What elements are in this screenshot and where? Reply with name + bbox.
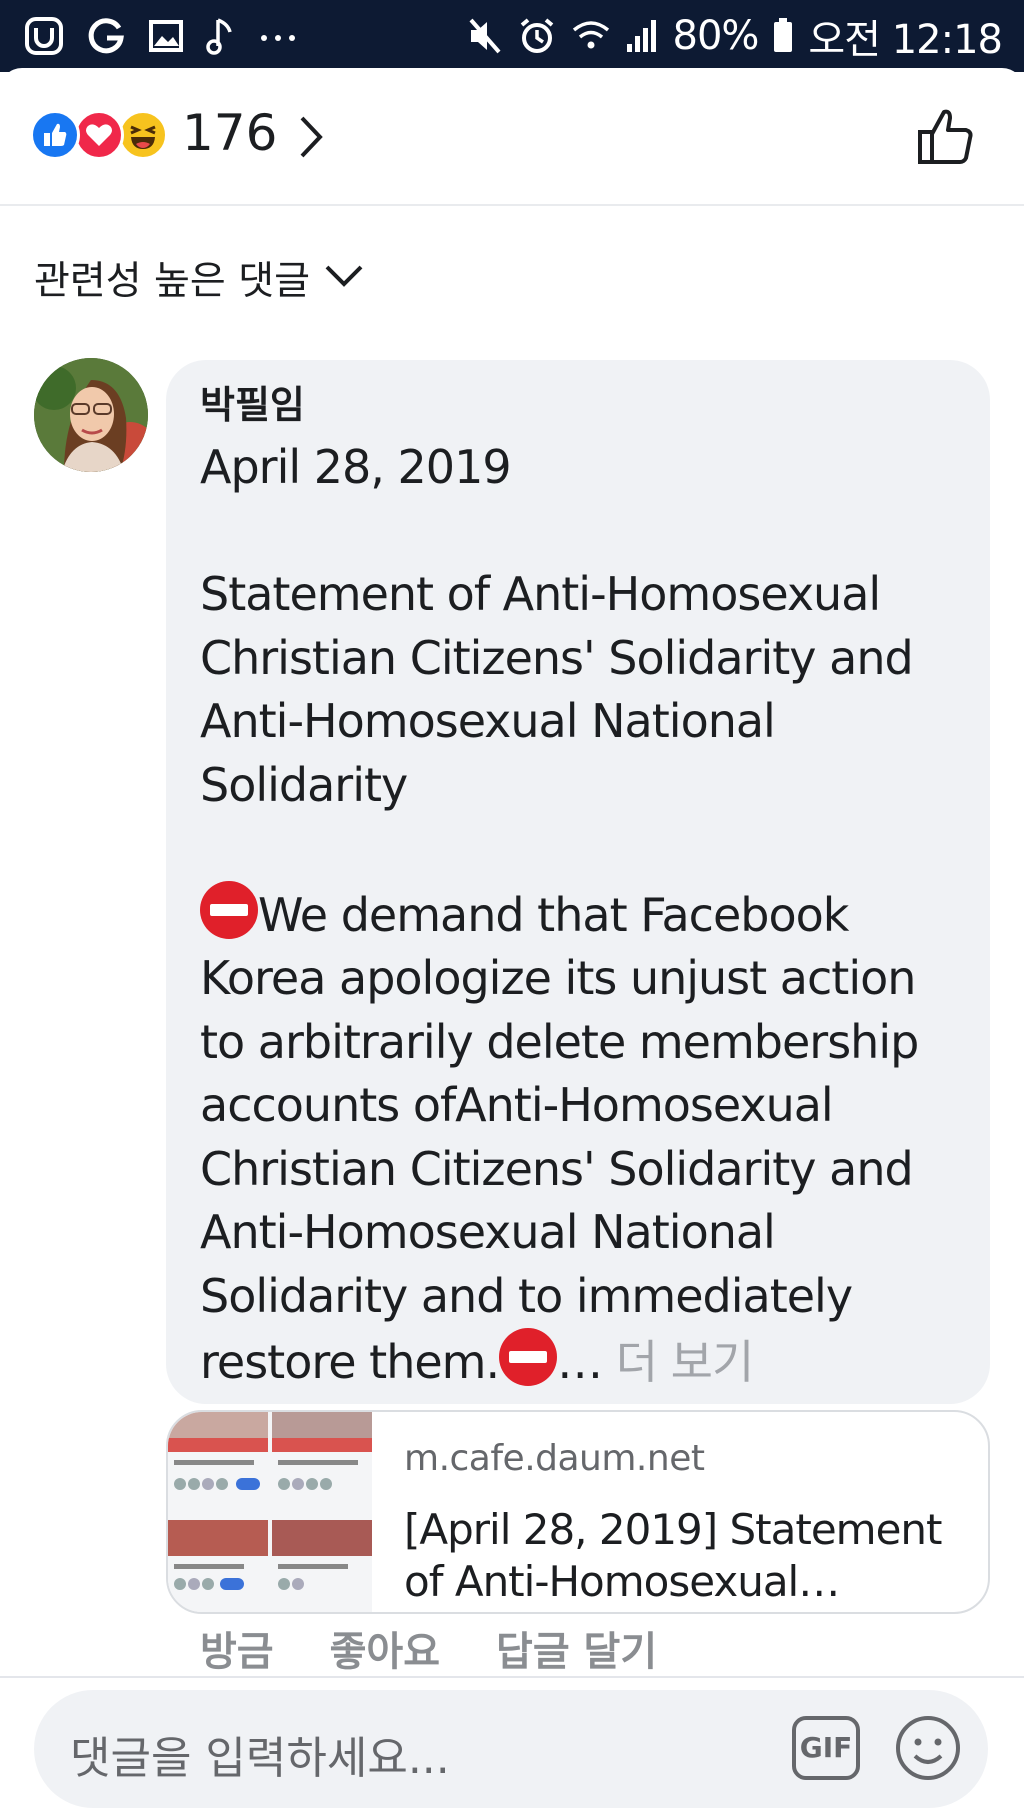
comment-line: Solidarity and to immediately: [200, 1268, 853, 1323]
comment-sort-dropdown[interactable]: 관련성 높은 댓글: [34, 250, 364, 306]
reply-button[interactable]: 답글 달기: [496, 1619, 657, 1677]
g-icon: [86, 16, 126, 56]
mute-icon: [467, 16, 503, 56]
status-right-icons: 80% 오전 12:18: [467, 10, 1003, 63]
signal-icon: [625, 16, 659, 56]
comment-line: Christian Citizens' Solidarity and: [200, 1141, 914, 1196]
battery-icon: [772, 16, 794, 56]
status-left-icons: [24, 10, 298, 62]
wifi-icon: [571, 16, 611, 56]
comment-input-placeholder: 댓글을 입력하세요...: [70, 1733, 450, 1784]
alarm-icon: [517, 16, 557, 56]
reaction-icons[interactable]: [30, 110, 180, 162]
comment-actions: 방금 좋아요 답글 달기: [200, 1620, 713, 1676]
gif-button[interactable]: GIF: [792, 1716, 860, 1780]
comment-author[interactable]: 박필임: [200, 380, 960, 430]
link-title: [April 28, 2019] Statement of Anti-Homos…: [404, 1505, 943, 1606]
comment-composer: 댓글을 입력하세요... GIF: [0, 1676, 1024, 1820]
like-reaction-icon: [30, 110, 80, 160]
love-reaction-icon: [74, 110, 124, 160]
clock: 오전 12:18: [808, 17, 1003, 63]
like-button[interactable]: [914, 104, 980, 170]
see-more-link[interactable]: 더 보기: [616, 1335, 755, 1389]
music-note-icon: [206, 16, 236, 56]
image-icon: [148, 18, 184, 54]
link-preview-thumbnail: [168, 1412, 372, 1612]
comment-input[interactable]: 댓글을 입력하세요... GIF: [34, 1690, 988, 1808]
comment-line: We demand that Facebook: [258, 887, 849, 942]
ellipsis: …: [557, 1335, 603, 1389]
comment-line: Anti-Homosexual National: [200, 1205, 776, 1259]
reactions-summary-bar[interactable]: 176: [0, 68, 1024, 206]
comment-timestamp: 방금: [200, 1629, 274, 1675]
comment-line: April 28, 2019: [200, 440, 512, 494]
status-bar: 80% 오전 12:18: [0, 0, 1024, 72]
link-preview-card[interactable]: m.cafe.daum.net [April 28, 2019] Stateme…: [166, 1410, 990, 1614]
comment-line: restore them.: [200, 1335, 500, 1389]
battery-percent: 80%: [672, 13, 760, 59]
app-icon: [24, 16, 64, 56]
comment-line: to arbitrarily delete membership: [200, 1014, 919, 1069]
comment-body: April 28, 2019 Statement of Anti-Homosex…: [200, 436, 960, 1395]
comment-blank-line: [200, 500, 960, 564]
comment-bubble[interactable]: 박필임 April 28, 2019 Statement of Anti-Hom…: [166, 360, 990, 1404]
no-entry-emoji-icon: [200, 880, 258, 939]
link-domain: m.cafe.daum.net: [404, 1438, 705, 1479]
comment-last-line: restore them. … 더 보기: [200, 1328, 960, 1395]
sort-label: 관련성 높은 댓글: [34, 259, 310, 304]
comment-line: Solidarity: [200, 757, 408, 812]
avatar[interactable]: [34, 358, 148, 472]
comment-line: Anti-Homosexual National: [200, 694, 776, 748]
comment-line: Christian Citizens' Solidarity and: [200, 630, 914, 685]
comment-line: accounts ofAnti-Homosexual: [200, 1078, 834, 1132]
reaction-count[interactable]: 176: [182, 104, 277, 162]
comment-line: Statement of Anti-Homosexual: [200, 567, 881, 621]
emoji-icon[interactable]: [894, 1714, 962, 1782]
like-comment-button[interactable]: 좋아요: [330, 1619, 440, 1677]
more-dots-icon: [258, 16, 298, 56]
haha-reaction-icon: [118, 110, 168, 160]
chevron-down-icon: [324, 263, 364, 293]
no-entry-emoji-icon: [499, 1328, 558, 1386]
chevron-right-icon[interactable]: [296, 114, 326, 164]
comment-line: Korea apologize its unjust action: [200, 951, 916, 1005]
comment-line-with-emoji: We demand that Facebook: [200, 880, 960, 948]
comment-blank-line: [200, 817, 960, 881]
